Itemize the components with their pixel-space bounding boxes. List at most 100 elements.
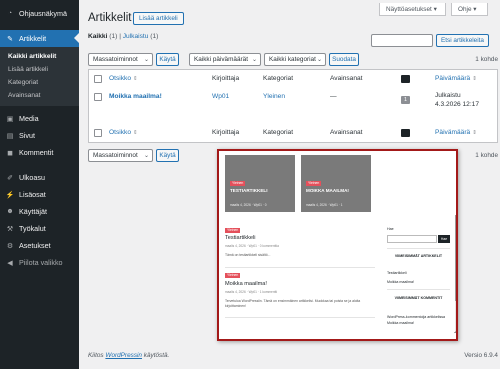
column-date[interactable]: Päivämäärä ⇕ — [435, 75, 477, 82]
menu-users[interactable]: ☻ Käyttäjät — [0, 203, 79, 220]
wordpress-link[interactable]: WordPressin — [105, 352, 142, 359]
apply-bulk-button-bottom[interactable]: Käytä — [156, 149, 179, 162]
menu-media[interactable]: ▣ Media — [0, 110, 79, 127]
filter-all[interactable]: Kaikki — [88, 33, 107, 40]
preview-post-category: Yleinen — [225, 273, 241, 278]
filter-published[interactable]: Julkaistu — [123, 33, 149, 40]
search-posts-button[interactable]: Etsi artikkeleita — [436, 34, 489, 47]
preview-post-title[interactable]: Moikka maailma! — [225, 281, 267, 287]
submenu-tags[interactable]: Avainsanat — [0, 89, 79, 102]
post-title-link[interactable]: Moikka maailma! — [109, 93, 162, 100]
submenu-add-post[interactable]: Lisää artikkeli — [0, 63, 79, 76]
preview-recent-post[interactable]: Testiartikkeli — [387, 271, 407, 275]
page-title: Artikkelit — [88, 12, 132, 24]
footer-thanks: Kiitos WordPressin käytöstä. — [88, 352, 169, 359]
preview-post-excerpt: Tervetuloa WordPressiin. Tämä on ensimmä… — [225, 299, 361, 308]
preview-scrollbar-thumb[interactable] — [455, 215, 456, 301]
preview-divider — [225, 267, 375, 268]
preview-divider — [387, 289, 450, 290]
category-filter-value: Kaikki kategoriat — [269, 56, 316, 63]
preview-post-meta: maalis 4, 2026 · Wp01 · 0 kommenttia — [225, 244, 279, 248]
preview-card-title: TESTIARTIKKELI — [230, 188, 268, 193]
menu-tools[interactable]: ⚒ Työkalut — [0, 220, 79, 237]
preview-post-title[interactable]: Testiartikkeli — [225, 235, 255, 241]
submenu-all-posts[interactable]: Kaikki artikkelit — [0, 50, 79, 63]
bulk-actions-value: Massatoiminnot — [93, 152, 138, 159]
chevron-down-icon: ⌄ — [316, 57, 322, 63]
menu-pages[interactable]: ▤ Sivut — [0, 127, 79, 144]
menu-plugins[interactable]: ⚡ Lisäosat — [0, 186, 79, 203]
filter-published-count: (1) — [150, 33, 159, 40]
post-status-filter: Kaikki (1) | Julkaistu (1) — [88, 33, 158, 40]
screen-options-button[interactable]: Näyttöasetukset ▾ — [379, 3, 446, 16]
media-icon: ▣ — [6, 115, 14, 123]
menu-label: Asetukset — [19, 241, 51, 250]
sort-icon: ⇕ — [132, 76, 138, 82]
column-categories: Kategoriat — [263, 75, 294, 82]
column-tags: Avainsanat — [330, 75, 363, 82]
preview-recent-post[interactable]: Moikka maailma! — [387, 280, 414, 284]
preview-recent-comment[interactable]: WordPress-kommentoija artikkelissa — [387, 315, 445, 319]
preview-card[interactable]: Yleinen MOIKKA MAAILMA! maalis 4, 2026 ·… — [301, 155, 371, 212]
menu-label: Sivut — [19, 131, 35, 140]
preview-card[interactable]: Yleinen TESTIARTIKKELI maalis 4, 2026 · … — [225, 155, 295, 212]
date-filter-select[interactable]: Kaikki päivämäärät ⌄ — [189, 53, 261, 66]
apply-bulk-button[interactable]: Käytä — [156, 53, 179, 66]
help-button[interactable]: Ohje ▾ — [451, 3, 488, 16]
scroll-up-icon[interactable]: ⌃ — [453, 331, 456, 338]
column-date-label: Päivämäärä — [435, 129, 471, 136]
preview-search-button[interactable]: Hae — [438, 235, 450, 243]
collapse-icon: ◀ — [7, 259, 13, 267]
sort-icon: ⇕ — [472, 130, 477, 136]
column-title-label: Otsikko — [109, 75, 131, 82]
preview-post-category: Yleinen — [225, 228, 241, 233]
collapse-menu-button[interactable]: ◀ Piilota valikko — [0, 254, 79, 271]
submenu-categories[interactable]: Kategoriat — [0, 76, 79, 89]
search-input[interactable] — [371, 34, 433, 47]
preview-post-excerpt: Tämä on testiartikkeli sisältö... — [225, 253, 271, 257]
comments-column-icon[interactable] — [401, 129, 410, 137]
preview-card-tag: Yleinen — [306, 181, 322, 186]
menu-appearance[interactable]: ✐ Ulkoasu — [0, 169, 79, 186]
menu-label: Kommentit — [19, 148, 54, 157]
menu-label: Artikkelit — [19, 34, 47, 43]
menu-comments[interactable]: ◼ Kommentit — [0, 144, 79, 161]
row-checkbox[interactable] — [94, 93, 102, 101]
preview-card-title: MOIKKA MAAILMA! — [306, 188, 349, 193]
comment-count-badge[interactable]: 1 — [401, 96, 410, 104]
menu-dashboard[interactable]: ◔ Ohjausnäkymä — [0, 5, 79, 22]
menu-posts[interactable]: ✎ Artikkelit — [0, 30, 79, 47]
preview-recent-comment-post[interactable]: Moikka maailma! — [387, 321, 414, 325]
column-title-bottom[interactable]: Otsikko ⇕ — [109, 129, 138, 136]
column-date-label: Päivämäärä — [435, 75, 471, 82]
select-all-checkbox-bottom[interactable] — [94, 129, 102, 137]
bulk-actions-select[interactable]: Massatoiminnot ⌄ — [88, 53, 153, 66]
menu-label: Käyttäjät — [19, 207, 47, 216]
column-tags-bottom: Avainsanat — [330, 129, 363, 136]
post-tags: — — [330, 93, 337, 100]
table-row: Moikka maailma! Wp01 Yleinen — 1 Julkais… — [88, 87, 498, 125]
table-header-top: Otsikko ⇕ Kirjoittaja Kategoriat Avainsan… — [88, 69, 498, 88]
column-title[interactable]: Otsikko ⇕ — [109, 75, 138, 82]
column-date-bottom[interactable]: Päivämäärä ⇕ — [435, 129, 477, 136]
category-filter-select[interactable]: Kaikki kategoriat ⌄ — [264, 53, 326, 66]
post-author-link[interactable]: Wp01 — [212, 93, 229, 100]
filter-button[interactable]: Suodata — [329, 53, 359, 66]
bulk-actions-select-bottom[interactable]: Massatoiminnot ⌄ — [88, 149, 153, 162]
preview-card-meta: maalis 4, 2026 · Wp01 · 0 — [230, 203, 267, 207]
filter-all-count: (1) — [109, 33, 118, 40]
add-new-post-button[interactable]: Lisää artikkeli — [133, 12, 184, 25]
select-all-checkbox[interactable] — [94, 75, 102, 83]
preview-divider — [225, 317, 375, 318]
menu-label: Lisäosat — [19, 190, 46, 199]
preview-card-meta: maalis 4, 2026 · Wp01 · 1 — [306, 203, 343, 207]
comments-column-icon[interactable] — [401, 75, 410, 83]
preview-search-input[interactable] — [387, 235, 437, 243]
menu-settings[interactable]: ⚙ Asetukset — [0, 237, 79, 254]
site-preview-popup[interactable]: Yleinen TESTIARTIKKELI maalis 4, 2026 · … — [217, 149, 458, 341]
brush-icon: ✐ — [7, 174, 13, 182]
preview-recent-posts-title: VIIMEISIMMÄT ARTIKKELIT — [394, 254, 443, 258]
column-title-label: Otsikko — [109, 129, 131, 136]
column-categories-bottom: Kategoriat — [263, 129, 294, 136]
post-category-link[interactable]: Yleinen — [263, 93, 285, 100]
